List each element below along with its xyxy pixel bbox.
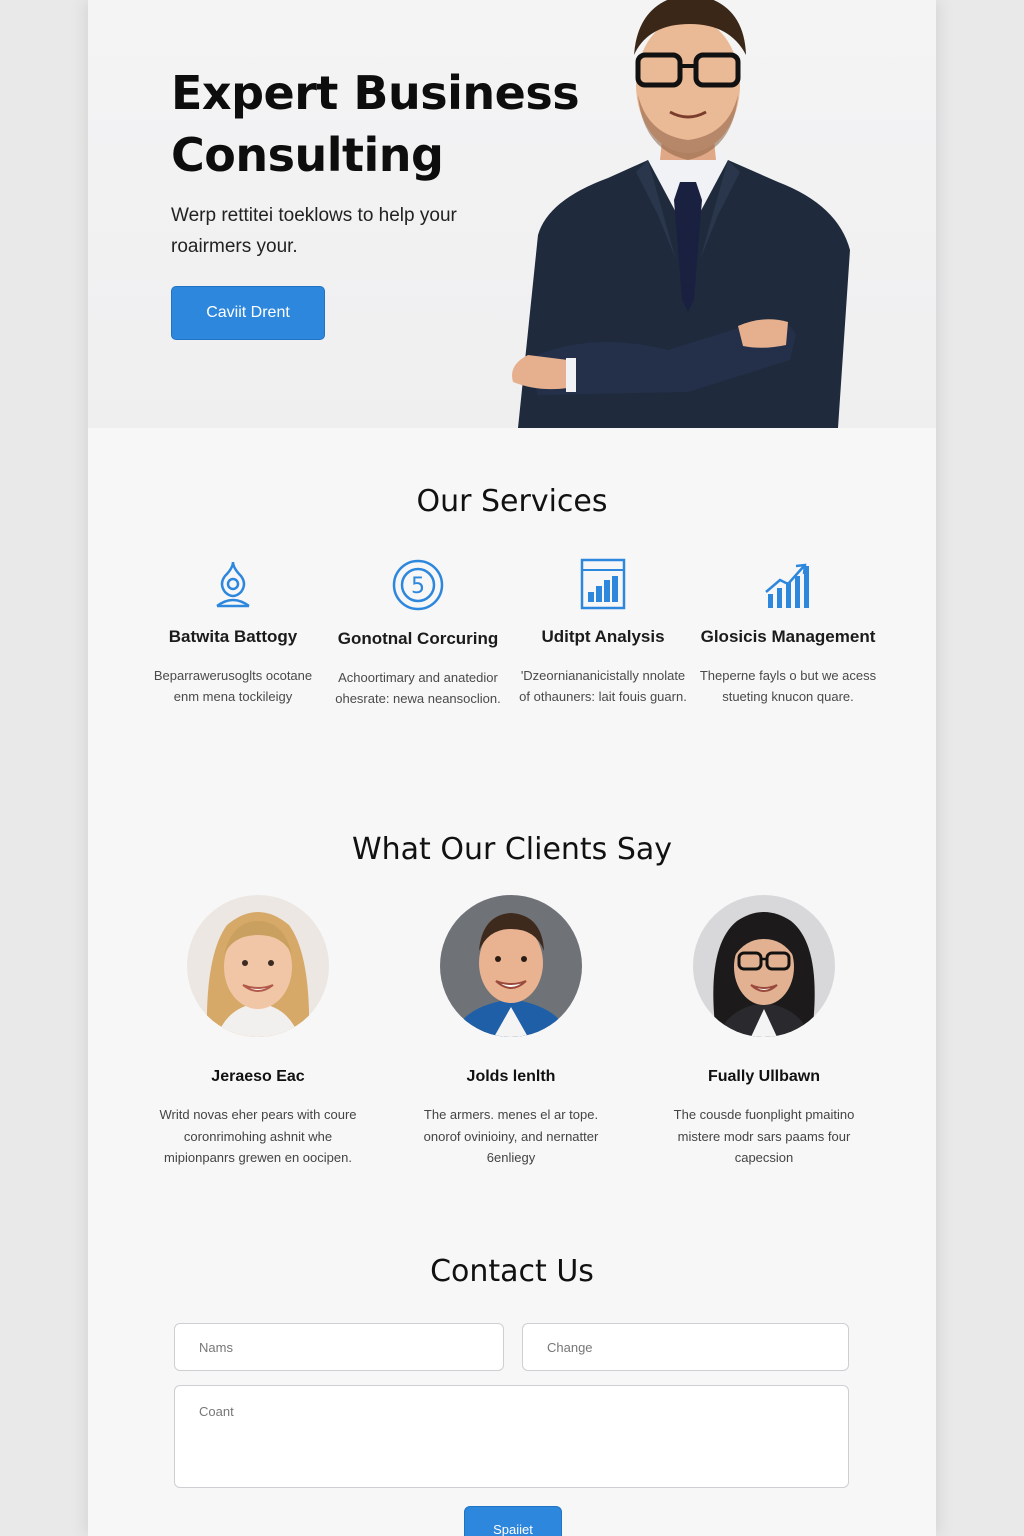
service-name: Gonotnal Corcuring — [337, 629, 499, 648]
hero-section: Expert Business Consulting Werp rettitei… — [88, 0, 936, 428]
service-name: Glosicis Management — [700, 627, 876, 646]
second-field[interactable] — [522, 1323, 849, 1371]
testimonial-card: Jolds lenlth The armers. menes el ar top… — [411, 895, 611, 1169]
avatar — [693, 895, 835, 1037]
consultant-photo — [512, 0, 850, 428]
service-description: Theperne fayls o but we acess stueting k… — [699, 668, 877, 704]
submit-button[interactable]: Spaiiet — [464, 1506, 562, 1536]
client-quote: Writd novas eher pears with coure coronr… — [159, 1107, 357, 1165]
service-card: 5 Gonotnal Corcuring Achoortimary and an… — [329, 558, 507, 709]
contact-title: Contact Us — [430, 1254, 594, 1289]
service-description: Beparrawerusoglts ocotane enm mena tocki… — [153, 668, 313, 704]
service-card: Glosicis Management Theperne fayls o but… — [699, 558, 877, 707]
bar-chart-icon — [580, 558, 626, 610]
testimonial-card: Fually Ullbawn The cousde fuonplight pma… — [664, 895, 864, 1169]
avatar — [440, 895, 582, 1037]
client-name: Jeraeso Eac — [211, 1068, 305, 1085]
service-description: Achoortimary and anatedior ohesrate: new… — [335, 670, 501, 706]
avatar — [187, 895, 329, 1037]
services-title: Our Services — [416, 484, 608, 519]
testimonials-title: What Our Clients Say — [351, 832, 673, 867]
growth-chart-icon — [765, 563, 809, 608]
service-name: Uditpt Analysis — [541, 627, 665, 646]
hero-subtitle: Werp rettitei toeklows to help your roai… — [171, 205, 457, 257]
testimonial-card: Jeraeso Eac Writd novas eher pears with … — [158, 895, 358, 1169]
hero-cta-button[interactable]: Caviit Drent — [171, 286, 325, 340]
name-field[interactable] — [174, 1323, 504, 1371]
service-card: Batwita Battogy Beparrawerusoglts ocotan… — [144, 558, 322, 707]
service-card: Uditpt Analysis 'Dzeorniananicistally nn… — [514, 558, 692, 707]
client-name: Fually Ullbawn — [707, 1068, 820, 1085]
target-icon: 5 — [392, 559, 444, 611]
page: Expert Business Consulting Werp rettitei… — [88, 0, 936, 1536]
message-field[interactable] — [174, 1385, 849, 1488]
client-quote: The cousde fuonplight pmaitino mistere m… — [673, 1107, 855, 1165]
client-quote: The armers. menes el ar tope. onorof ovi… — [423, 1107, 599, 1165]
client-name: Jolds lenlth — [466, 1068, 556, 1085]
service-description: 'Dzeorniananicistally nnolate of othaune… — [519, 668, 687, 704]
badge-icon — [216, 561, 250, 608]
service-name: Batwita Battogy — [168, 627, 298, 646]
svg-text:5: 5 — [411, 574, 425, 599]
